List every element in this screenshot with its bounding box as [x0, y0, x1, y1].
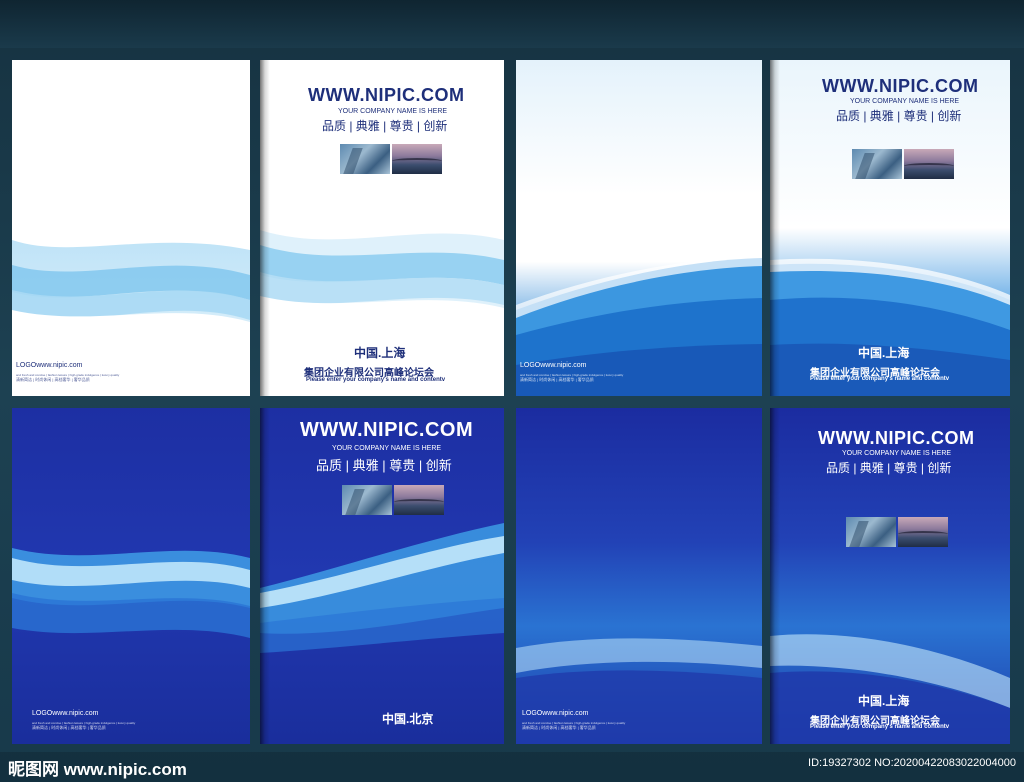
cover-4-photos	[846, 517, 948, 547]
cover-4-city: 中国.上海	[858, 694, 910, 708]
cover-3-photos	[342, 485, 444, 515]
cover-2-tagline: 品质 | 典雅 | 尊贵 | 创新	[836, 109, 962, 123]
cover-1-company-en: YOUR COMPANY NAME IS HERE	[338, 108, 448, 115]
bridge-photo	[898, 517, 948, 547]
cover-2-front: WWW.NIPIC.COM YOUR COMPANY NAME IS HERE …	[770, 60, 1010, 396]
background-stage: LOGOwww.nipic.com and fresh and concise …	[0, 0, 1024, 782]
cover-2-back-waves	[516, 256, 762, 396]
building-photo	[340, 144, 390, 174]
cover-2-logo: LOGOwww.nipic.com	[520, 362, 587, 369]
cover-3-company-en: YOUR COMPANY NAME IS HERE	[332, 445, 442, 452]
cover-3-spine	[260, 408, 270, 744]
bridge-photo	[904, 149, 954, 179]
cover-3-url: WWW.NIPIC.COM	[300, 419, 474, 441]
bridge-photo	[394, 485, 444, 515]
cover-4-small-cn: 清新简洁 | 时尚休闲 | 高档奢华 | 奢华品质	[522, 725, 596, 730]
watermark-id: ID:19327302 NO:20200422083022004000	[808, 757, 1016, 769]
cover-4-tagline: 品质 | 典雅 | 尊贵 | 创新	[826, 461, 952, 475]
cover-4-back: LOGOwww.nipic.com and fresh and concise …	[516, 408, 762, 744]
cover-2-enter-text: Please enter your company's name and con…	[810, 376, 950, 382]
cover-4-company-en: YOUR COMPANY NAME IS HERE	[842, 450, 952, 457]
cover-2-company-en: YOUR COMPANY NAME IS HERE	[850, 98, 960, 105]
cover-4-enter-text: Please enter your company's name and con…	[810, 724, 950, 730]
cover-4-spine	[770, 408, 780, 744]
cover-2-spine	[770, 60, 780, 396]
cover-1-city: 中国.上海	[354, 346, 406, 360]
cover-1-tagline: 品质 | 典雅 | 尊贵 | 创新	[322, 119, 448, 133]
cover-1-logo: LOGOwww.nipic.com	[16, 362, 83, 369]
cover-2-city: 中国.上海	[858, 346, 910, 360]
cover-3-front: WWW.NIPIC.COM YOUR COMPANY NAME IS HERE …	[260, 408, 504, 744]
watermark-site: 昵图网 www.nipic.com	[8, 760, 187, 779]
cover-3-small-cn: 清新简洁 | 时尚休闲 | 高档奢华 | 奢华品质	[32, 725, 106, 730]
cover-1-enter-text: Please enter your company's name and con…	[306, 377, 446, 383]
cover-1-url: WWW.NIPIC.COM	[308, 85, 465, 105]
building-photo	[852, 149, 902, 179]
cover-3-back-waves	[12, 548, 250, 638]
cover-1-spine	[260, 60, 270, 396]
cover-1-back: LOGOwww.nipic.com and fresh and concise …	[12, 60, 250, 396]
top-band	[0, 0, 1024, 48]
cover-4-front: WWW.NIPIC.COM YOUR COMPANY NAME IS HERE …	[770, 408, 1010, 744]
cover-1-small-cn: 清新简洁 | 时尚休闲 | 高档奢华 | 奢华品质	[16, 377, 90, 382]
cover-3-city: 中国.北京	[382, 712, 434, 726]
cover-1-photos	[340, 144, 442, 174]
cover-4-logo: LOGOwww.nipic.com	[522, 710, 589, 717]
cover-3-back: LOGOwww.nipic.com and fresh and concise …	[12, 408, 250, 744]
cover-2-back: LOGOwww.nipic.com and fresh and concise …	[516, 60, 762, 396]
building-photo	[342, 485, 392, 515]
cover-3-tagline: 品质 | 典雅 | 尊贵 | 创新	[316, 458, 452, 473]
cover-2-small-cn: 清新简洁 | 时尚休闲 | 高档奢华 | 奢华品质	[520, 377, 594, 382]
cover-3-logo: LOGOwww.nipic.com	[32, 710, 99, 717]
cover-2-photos	[852, 149, 954, 179]
cover-1-front: WWW.NIPIC.COM YOUR COMPANY NAME IS HERE …	[260, 60, 504, 396]
bridge-photo	[392, 144, 442, 174]
cover-4-url: WWW.NIPIC.COM	[818, 428, 975, 448]
cover-4-back-waves	[516, 638, 762, 744]
cover-2-url: WWW.NIPIC.COM	[822, 76, 979, 96]
cover-1-back-waves	[12, 240, 250, 396]
building-photo	[846, 517, 896, 547]
